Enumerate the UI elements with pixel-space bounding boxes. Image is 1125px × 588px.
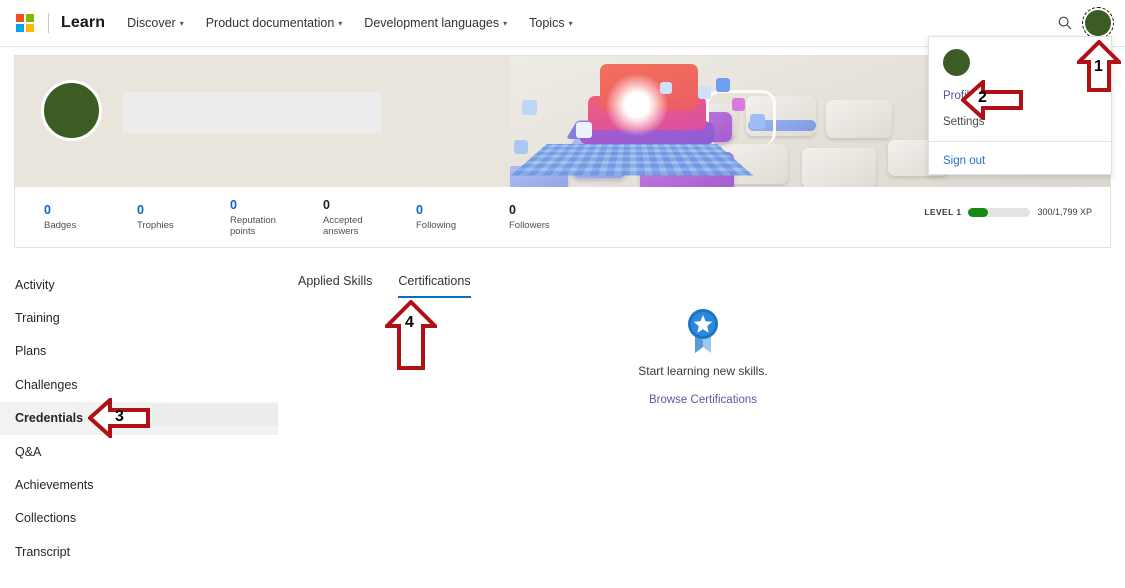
nav-item-development-languages[interactable]: Development languages ▾	[364, 16, 507, 30]
nav-label: Discover	[127, 16, 176, 30]
sidebar-item-label: Q&A	[15, 445, 41, 459]
brand-learn[interactable]: Learn	[61, 14, 105, 32]
user-avatar-button[interactable]	[1085, 10, 1111, 36]
stat-value: 0	[230, 198, 294, 213]
stat-value: 0	[323, 198, 387, 213]
credentials-redacted-bar	[152, 404, 278, 426]
nav-item-discover[interactable]: Discover ▾	[127, 16, 184, 30]
nav-item-product-documentation[interactable]: Product documentation ▾	[206, 16, 343, 30]
stat-label: Reputation points	[230, 215, 278, 237]
profile-stats: 0 Badges 0 Trophies 0 Reputation points …	[15, 187, 1110, 247]
sidebar-item-transcript[interactable]: Transcript	[0, 535, 278, 568]
annotation-number-2: 2	[978, 89, 987, 107]
xp-progress-fill	[968, 208, 988, 217]
level-label: LEVEL 1	[924, 207, 961, 217]
tab-label: Certifications	[398, 274, 470, 288]
certifications-empty-state: Start learning new skills. Browse Certif…	[603, 306, 803, 408]
sidebar-item-collections[interactable]: Collections	[0, 502, 278, 535]
stat-value: 0	[44, 203, 108, 218]
dropdown-user-avatar	[943, 49, 970, 76]
stat-label: Badges	[44, 220, 108, 231]
stat-value: 0	[509, 203, 573, 218]
empty-state-message: Start learning new skills.	[603, 364, 803, 378]
tab-label: Applied Skills	[298, 274, 372, 288]
sidebar-item-label: Plans	[15, 344, 46, 358]
sidebar-item-label: Collections	[15, 511, 76, 525]
header-actions	[1057, 10, 1111, 36]
sidebar-item-label: Activity	[15, 278, 55, 292]
sidebar-item-label: Training	[15, 311, 60, 325]
sidebar-item-label: Credentials	[15, 411, 83, 425]
stat-label: Following	[416, 220, 480, 231]
nav-item-topics[interactable]: Topics ▾	[529, 16, 572, 30]
primary-nav: Discover ▾ Product documentation ▾ Devel…	[127, 16, 573, 30]
xp-progress: LEVEL 1 300/1,799 XP	[924, 207, 1092, 217]
stat-accepted-answers: 0 Accepted answers	[294, 198, 387, 237]
sidebar-item-challenges[interactable]: Challenges	[0, 368, 278, 401]
annotation-number-4: 4	[405, 314, 414, 332]
stat-following: 0 Following	[387, 203, 480, 231]
logo-divider	[48, 13, 49, 33]
stat-trophies: 0 Trophies	[108, 203, 201, 231]
chevron-down-icon: ▾	[338, 20, 342, 28]
tab-certifications[interactable]: Certifications	[398, 274, 470, 298]
microsoft-logo-icon[interactable]	[16, 14, 34, 32]
stat-badges: 0 Badges	[15, 203, 108, 231]
sidebar-item-training[interactable]: Training	[0, 301, 278, 334]
stat-label: Trophies	[137, 220, 201, 231]
chevron-down-icon: ▾	[180, 20, 184, 28]
xp-progress-track	[968, 208, 1030, 217]
sidebar-item-label: Challenges	[15, 378, 78, 392]
profile-name-redacted	[123, 92, 381, 133]
stat-followers: 0 Followers	[480, 203, 573, 231]
tab-applied-skills[interactable]: Applied Skills	[298, 274, 372, 298]
certification-badge-icon	[682, 306, 724, 356]
stat-label: Followers	[509, 220, 573, 231]
sidebar-item-activity[interactable]: Activity	[0, 268, 278, 301]
annotation-arrow-4	[385, 300, 437, 375]
stat-reputation-points: 0 Reputation points	[201, 198, 294, 237]
credentials-tabs: Applied Skills Certifications	[298, 274, 471, 298]
annotation-number-3: 3	[115, 408, 124, 426]
sidebar-item-plans[interactable]: Plans	[0, 335, 278, 368]
profile-avatar	[41, 80, 102, 141]
menu-divider	[929, 141, 1111, 142]
menu-item-sign-out[interactable]: Sign out	[943, 155, 1097, 167]
xp-value-text: 300/1,799 XP	[1037, 207, 1092, 217]
sidebar-item-label: Achievements	[15, 478, 94, 492]
chevron-down-icon: ▾	[569, 20, 573, 28]
sidebar-item-label: Transcript	[15, 545, 70, 559]
nav-label: Product documentation	[206, 16, 335, 30]
annotation-number-1: 1	[1094, 58, 1103, 76]
nav-label: Development languages	[364, 16, 499, 30]
search-icon[interactable]	[1057, 15, 1073, 31]
stat-value: 0	[416, 203, 480, 218]
browse-certifications-link[interactable]: Browse Certifications	[649, 394, 757, 406]
stat-value: 0	[137, 203, 201, 218]
nav-label: Topics	[529, 16, 564, 30]
annotation-arrow-2	[961, 80, 1023, 125]
sidebar-item-achievements[interactable]: Achievements	[0, 468, 278, 501]
chevron-down-icon: ▾	[503, 20, 507, 28]
stat-label: Accepted answers	[323, 215, 371, 237]
